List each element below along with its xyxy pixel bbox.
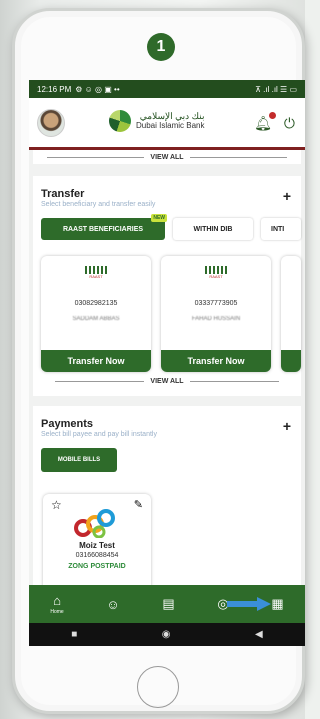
home-circle-icon[interactable]: ◉ [162, 629, 171, 640]
beneficiary-card[interactable]: RAAST 03337773905 FAHAD HUSSAIN Transfer… [161, 256, 271, 372]
tab-label: INTI [271, 225, 285, 233]
top-view-all-area: VIEW ALL [33, 150, 301, 164]
view-all-link-top[interactable]: VIEW ALL [150, 154, 183, 161]
nav-cards[interactable]: ▤ [162, 596, 174, 612]
app-screen: 12:16 PM ⚙ ☺ ◎ ▣ •• ⊼ .ıl .ıl ☰ ▭ بنك دب… [29, 80, 305, 646]
view-all-link-transfer[interactable]: VIEW ALL [150, 378, 183, 385]
status-time: 12:16 PM [37, 84, 72, 94]
beneficiary-cards: RAAST 03082982135 SADDAM ABBAS Transfer … [41, 256, 301, 372]
account-number: 03082982135 [74, 300, 118, 307]
app-header: بنك دبي الإسلامي Dubai Islamic Bank 🔔︎ ⏻ [29, 98, 305, 150]
new-badge: NEW [151, 214, 167, 222]
beneficiary-card-partial[interactable] [281, 256, 301, 372]
status-bar: 12:16 PM ⚙ ☺ ◎ ▣ •• ⊼ .ıl .ıl ☰ ▭ [29, 80, 305, 98]
payee-name: Moiz Test [79, 541, 115, 550]
nav-home[interactable]: ⌂ Home [50, 593, 63, 615]
bank-logo-icon [109, 110, 131, 132]
avatar[interactable] [37, 108, 65, 137]
notification-bell-icon[interactable]: 🔔︎ [254, 112, 276, 132]
zong-logo-icon [74, 509, 115, 538]
transfer-now-button-partial[interactable] [281, 350, 301, 372]
back-icon[interactable]: ◀ [255, 629, 263, 640]
star-icon[interactable]: ☆ [51, 498, 62, 512]
transfer-title: Transfer [41, 188, 85, 200]
transfer-section: Transfer Select beneficiary and transfer… [33, 176, 301, 396]
divider-line [55, 381, 145, 382]
pointer-arrow-icon [227, 597, 271, 611]
account-name: SADDAM ABBAS [72, 316, 120, 322]
transfer-now-button[interactable]: Transfer Now [161, 350, 271, 372]
bank-name-english: Dubai Islamic Bank [136, 120, 205, 130]
tab-raast-beneficiaries[interactable]: RAAST BENEFICIARIES NEW [41, 214, 167, 240]
payments-section: Payments Select bill payee and pay bill … [33, 406, 301, 606]
nav-menu[interactable]: ▦ [271, 596, 283, 612]
power-icon[interactable]: ⏻ [284, 115, 295, 132]
notification-dot [268, 112, 276, 119]
add-transfer-plus-icon[interactable]: + [283, 188, 291, 204]
nav-home-label: Home [50, 609, 64, 615]
status-icons-right: ⊼ .ıl .ıl ☰ ▭ [255, 84, 297, 94]
beneficiary-card[interactable]: RAAST 03082982135 SADDAM ABBAS Transfer … [41, 256, 151, 372]
status-icons-left: ⚙ ☺ ◎ ▣ •• [75, 84, 120, 94]
transfer-now-button[interactable]: Transfer Now [41, 350, 151, 372]
raast-logo-icon: RAAST [85, 266, 107, 282]
account-name: FAHAD HUSSAIN [191, 316, 241, 322]
user-settings-icon: ☺ [106, 596, 120, 612]
payments-title: Payments [41, 418, 93, 430]
transfer-tabs: RAAST BENEFICIARIES NEW WITHIN DIB INTI [41, 214, 301, 240]
edit-pencil-icon[interactable]: ✎ [134, 498, 143, 511]
home-icon: ⌂ [53, 593, 61, 608]
recents-icon[interactable]: ■ [71, 629, 77, 640]
divider-line [189, 157, 287, 158]
divider-line [189, 381, 279, 382]
tab-label: RAAST BENEFICIARIES [62, 225, 144, 233]
account-number: 03337773905 [194, 300, 238, 307]
transfer-subtitle: Select beneficiary and transfer easily [41, 201, 156, 208]
divider-line [47, 157, 145, 158]
system-navigation-bar: ■ ◉ ◀ [29, 623, 305, 646]
mobile-bills-button[interactable]: MOBILE BILLS [41, 448, 117, 472]
payee-type: ZONG POSTPAID [68, 563, 126, 570]
bank-logo: بنك دبي الإسلامي Dubai Islamic Bank [109, 110, 204, 132]
payee-number: 03166088454 [75, 552, 119, 559]
phone-home-button[interactable] [137, 666, 179, 708]
card-icon: ▤ [162, 596, 175, 611]
tab-inter-bank[interactable]: INTI [261, 218, 301, 240]
tab-label: WITHIN DIB [193, 225, 233, 233]
nav-beneficiaries[interactable]: ☺ [106, 597, 119, 612]
payments-subtitle: Select bill payee and pay bill instantly [41, 431, 157, 438]
step-badge: 1 [147, 33, 175, 61]
tab-within-dib[interactable]: WITHIN DIB [173, 218, 253, 240]
grid-menu-icon: ▦ [271, 596, 284, 611]
add-payee-plus-icon[interactable]: + [283, 418, 291, 434]
raast-logo-icon: RAAST [205, 266, 227, 282]
